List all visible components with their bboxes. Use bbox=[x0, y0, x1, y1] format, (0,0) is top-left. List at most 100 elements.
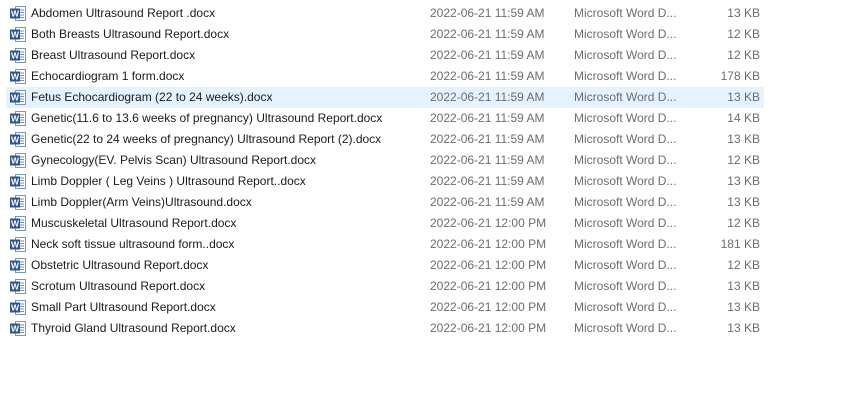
file-date-modified: 2022-06-21 12:00 PM bbox=[430, 321, 547, 335]
file-type: Microsoft Word D... bbox=[574, 237, 677, 251]
svg-text:W: W bbox=[11, 198, 20, 208]
svg-text:W: W bbox=[11, 282, 20, 292]
file-type: Microsoft Word D... bbox=[574, 27, 677, 41]
svg-text:W: W bbox=[11, 156, 20, 166]
file-date-modified: 2022-06-21 11:59 AM bbox=[430, 153, 545, 167]
file-row[interactable]: W Genetic(22 to 24 weeks of pregnancy) U… bbox=[6, 129, 764, 150]
file-size: 12 KB bbox=[727, 153, 760, 167]
file-type: Microsoft Word D... bbox=[574, 69, 677, 83]
file-size: 178 KB bbox=[720, 69, 760, 83]
file-name: Echocardiogram 1 form.docx bbox=[31, 69, 185, 83]
file-row[interactable]: W Small Part Ultrasound Report.docx 2022… bbox=[6, 297, 764, 318]
svg-text:W: W bbox=[11, 9, 20, 19]
file-name: Obstetric Ultrasound Report.docx bbox=[31, 258, 209, 272]
file-size: 13 KB bbox=[727, 279, 760, 293]
file-date-modified: 2022-06-21 11:59 AM bbox=[430, 27, 545, 41]
file-date-modified: 2022-06-21 11:59 AM bbox=[430, 132, 545, 146]
file-type: Microsoft Word D... bbox=[574, 132, 677, 146]
svg-text:W: W bbox=[11, 303, 20, 313]
file-date-modified: 2022-06-21 11:59 AM bbox=[430, 48, 545, 62]
file-row[interactable]: W Neck soft tissue ultrasound form..docx… bbox=[6, 234, 764, 255]
file-name: Small Part Ultrasound Report.docx bbox=[31, 300, 216, 314]
file-type: Microsoft Word D... bbox=[574, 195, 677, 209]
file-row[interactable]: W Abdomen Ultrasound Report .docx 2022-0… bbox=[6, 3, 764, 24]
file-row[interactable]: W Muscuskeletal Ultrasound Report.docx 2… bbox=[6, 213, 764, 234]
svg-text:W: W bbox=[11, 177, 20, 187]
word-document-icon: W bbox=[10, 6, 26, 21]
file-row[interactable]: W Echocardiogram 1 form.docx 2022-06-21 … bbox=[6, 66, 764, 87]
word-document-icon: W bbox=[10, 216, 26, 231]
file-size: 13 KB bbox=[727, 300, 760, 314]
file-size: 181 KB bbox=[720, 237, 760, 251]
word-document-icon: W bbox=[10, 48, 26, 63]
file-type: Microsoft Word D... bbox=[574, 258, 677, 272]
file-date-modified: 2022-06-21 11:59 AM bbox=[430, 111, 545, 125]
file-row[interactable]: W Gynecology(EV. Pelvis Scan) Ultrasound… bbox=[6, 150, 764, 171]
file-row[interactable]: W Limb Doppler(Arm Veins)Ultrasound.docx… bbox=[6, 192, 764, 213]
file-row[interactable]: W Limb Doppler ( Leg Veins ) Ultrasound … bbox=[6, 171, 764, 192]
word-document-icon: W bbox=[10, 69, 26, 84]
file-name: Genetic(11.6 to 13.6 weeks of pregnancy)… bbox=[31, 111, 383, 125]
file-type: Microsoft Word D... bbox=[574, 153, 677, 167]
word-document-icon: W bbox=[10, 27, 26, 42]
file-name: Breast Ultrasound Report.docx bbox=[31, 48, 196, 62]
file-size: 13 KB bbox=[727, 195, 760, 209]
file-type: Microsoft Word D... bbox=[574, 90, 677, 104]
file-type: Microsoft Word D... bbox=[574, 6, 677, 20]
file-date-modified: 2022-06-21 12:00 PM bbox=[430, 279, 547, 293]
file-size: 12 KB bbox=[727, 27, 760, 41]
word-document-icon: W bbox=[10, 111, 26, 126]
file-name: Thyroid Gland Ultrasound Report.docx bbox=[31, 321, 236, 335]
file-size: 13 KB bbox=[727, 90, 760, 104]
word-document-icon: W bbox=[10, 132, 26, 147]
file-type: Microsoft Word D... bbox=[574, 48, 677, 62]
file-date-modified: 2022-06-21 12:00 PM bbox=[430, 300, 547, 314]
file-type: Microsoft Word D... bbox=[574, 174, 677, 188]
file-size: 12 KB bbox=[727, 216, 760, 230]
file-name: Muscuskeletal Ultrasound Report.docx bbox=[31, 216, 237, 230]
file-name: Genetic(22 to 24 weeks of pregnancy) Ult… bbox=[31, 132, 382, 146]
file-date-modified: 2022-06-21 12:00 PM bbox=[430, 258, 547, 272]
svg-text:W: W bbox=[11, 324, 20, 334]
file-size: 13 KB bbox=[727, 321, 760, 335]
file-date-modified: 2022-06-21 11:59 AM bbox=[430, 174, 545, 188]
svg-text:W: W bbox=[11, 93, 20, 103]
file-row[interactable]: W Both Breasts Ultrasound Report.docx 20… bbox=[6, 24, 764, 45]
file-size: 13 KB bbox=[727, 6, 760, 20]
file-date-modified: 2022-06-21 11:59 AM bbox=[430, 90, 545, 104]
file-date-modified: 2022-06-21 11:59 AM bbox=[430, 195, 545, 209]
file-type: Microsoft Word D... bbox=[574, 279, 677, 293]
file-name: Abdomen Ultrasound Report .docx bbox=[31, 6, 216, 20]
file-row[interactable]: W Breast Ultrasound Report.docx 2022-06-… bbox=[6, 45, 764, 66]
word-document-icon: W bbox=[10, 321, 26, 336]
file-name: Scrotum Ultrasound Report.docx bbox=[31, 279, 206, 293]
word-document-icon: W bbox=[10, 195, 26, 210]
file-row[interactable]: W Thyroid Gland Ultrasound Report.docx 2… bbox=[6, 318, 764, 339]
file-name: Fetus Echocardiogram (22 to 24 weeks).do… bbox=[31, 90, 273, 104]
file-row[interactable]: W Genetic(11.6 to 13.6 weeks of pregnanc… bbox=[6, 108, 764, 129]
file-type: Microsoft Word D... bbox=[574, 111, 677, 125]
svg-text:W: W bbox=[11, 30, 20, 40]
file-type: Microsoft Word D... bbox=[574, 216, 677, 230]
svg-text:W: W bbox=[11, 114, 20, 124]
svg-text:W: W bbox=[11, 219, 20, 229]
file-row[interactable]: W Obstetric Ultrasound Report.docx 2022-… bbox=[6, 255, 764, 276]
word-document-icon: W bbox=[10, 174, 26, 189]
svg-text:W: W bbox=[11, 135, 20, 145]
word-document-icon: W bbox=[10, 90, 26, 105]
svg-text:W: W bbox=[11, 51, 20, 61]
file-size: 13 KB bbox=[727, 132, 760, 146]
file-row[interactable]: W Scrotum Ultrasound Report.docx 2022-06… bbox=[6, 276, 764, 297]
file-date-modified: 2022-06-21 11:59 AM bbox=[430, 69, 545, 83]
word-document-icon: W bbox=[10, 300, 26, 315]
file-name: Limb Doppler ( Leg Veins ) Ultrasound Re… bbox=[31, 174, 306, 188]
file-date-modified: 2022-06-21 12:00 PM bbox=[430, 216, 547, 230]
word-document-icon: W bbox=[10, 153, 26, 168]
file-name: Gynecology(EV. Pelvis Scan) Ultrasound R… bbox=[31, 153, 317, 167]
svg-text:W: W bbox=[11, 240, 20, 250]
word-document-icon: W bbox=[10, 258, 26, 273]
file-size: 12 KB bbox=[727, 258, 760, 272]
file-list: W Abdomen Ultrasound Report .docx 2022-0… bbox=[6, 3, 764, 339]
file-row[interactable]: W Fetus Echocardiogram (22 to 24 weeks).… bbox=[6, 87, 764, 108]
file-size: 13 KB bbox=[727, 174, 760, 188]
